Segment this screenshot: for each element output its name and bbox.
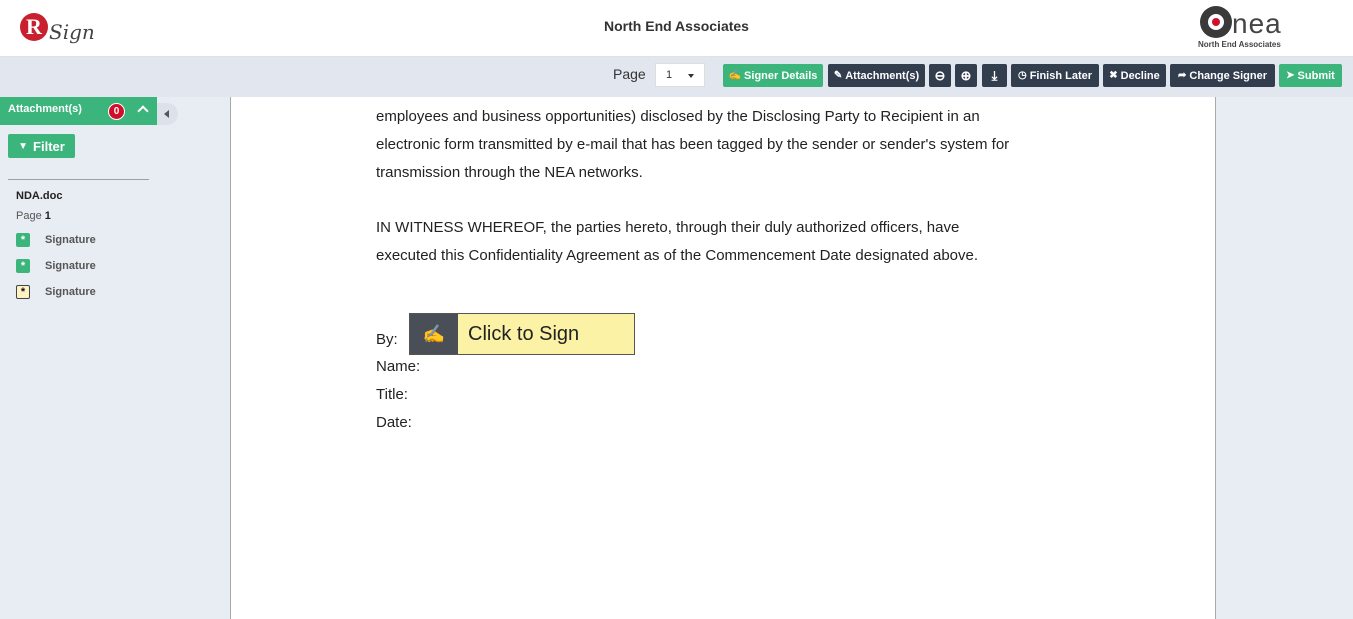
document-page: employees and business opportunities) di…: [230, 97, 1216, 619]
toolbar: Page 1 ✍ Signer Details ✎ Attachment(s) …: [0, 57, 1353, 97]
paperclip-icon: ✎: [833, 70, 843, 81]
attachments-count-badge: 0: [108, 103, 125, 120]
send-icon: ➤: [1286, 70, 1295, 81]
filter-label: Filter: [33, 138, 65, 154]
click-to-sign-button[interactable]: ✍ Click to Sign: [409, 313, 635, 355]
document-line: transmission through the NEA networks.: [376, 164, 643, 181]
submit-button[interactable]: ➤ Submit: [1279, 64, 1342, 87]
document-line: IN WITNESS WHEREOF, the parties hereto, …: [376, 219, 960, 236]
date-label: Date:: [376, 414, 412, 431]
decline-label: Decline: [1120, 69, 1160, 82]
x-icon: ✖: [1109, 70, 1118, 81]
zoom-in-icon: ⊕: [960, 67, 972, 83]
signature-field-label: Signature: [45, 286, 96, 298]
by-label: By:: [376, 331, 398, 348]
document-line: electronic form transmitted by e-mail th…: [376, 136, 1010, 153]
document-paragraph: IN WITNESS WHEREOF, the parties hereto, …: [376, 214, 978, 270]
document-line: employees and business opportunities) di…: [376, 108, 980, 125]
nea-logo-subtitle: North End Associates: [1198, 40, 1281, 49]
download-icon: ⤓: [991, 67, 998, 83]
finish-later-button[interactable]: ◷ Finish Later: [1011, 64, 1099, 87]
signature-field-item[interactable]: * Signature: [16, 258, 96, 274]
signature-field-label: Signature: [45, 234, 96, 246]
sidebar: Attachment(s) 0 ▼ Filter NDA.doc Page 1 …: [0, 97, 157, 619]
change-signer-label: Change Signer: [1189, 69, 1267, 82]
signature-field-item[interactable]: * Signature: [16, 232, 96, 248]
name-label: Name:: [376, 358, 421, 375]
page-indicator-prefix: Page: [16, 210, 42, 222]
title-label: Title:: [376, 386, 408, 403]
zoom-in-button[interactable]: ⊕: [955, 64, 977, 87]
caret-down-icon: [688, 74, 694, 78]
decline-button[interactable]: ✖ Decline: [1103, 64, 1166, 87]
signer-details-button[interactable]: ✍ Signer Details: [723, 64, 823, 87]
signature-pending-icon: *: [16, 285, 30, 299]
document-paragraph: employees and business opportunities) di…: [376, 103, 1009, 187]
clock-icon: ◷: [1017, 70, 1027, 81]
page-select[interactable]: 1: [655, 63, 705, 87]
zoom-out-icon: ⊖: [934, 67, 946, 83]
nea-logo-mark-icon: [1200, 6, 1232, 38]
page-title: North End Associates: [604, 18, 749, 34]
submit-label: Submit: [1297, 69, 1335, 82]
attachments-label: Attachment(s): [845, 69, 920, 82]
signature-field-item[interactable]: * Signature: [16, 284, 96, 300]
filter-button[interactable]: ▼ Filter: [8, 134, 75, 158]
filter-icon: ▼: [18, 140, 29, 152]
page-label: Page: [613, 66, 646, 82]
signature-complete-icon: *: [16, 259, 30, 273]
collapse-sidebar-toggle[interactable]: [157, 103, 178, 125]
signing-hand-icon: ✍: [410, 314, 458, 354]
click-to-sign-label: Click to Sign: [468, 322, 580, 345]
signature-field-label: Signature: [45, 260, 96, 272]
download-button[interactable]: ⤓: [982, 64, 1007, 87]
page-indicator: Page 1: [16, 210, 51, 222]
app-header: R Sign North End Associates nea North En…: [0, 0, 1353, 57]
page-indicator-number: 1: [44, 210, 51, 222]
attachments-panel-header[interactable]: Attachment(s) 0: [0, 97, 157, 125]
nea-logo-word: nea: [1232, 8, 1282, 39]
chevron-up-icon[interactable]: [136, 103, 150, 117]
document-name[interactable]: NDA.doc: [16, 190, 62, 202]
sidebar-divider: [8, 179, 149, 180]
pen-icon: ✍: [728, 70, 742, 81]
signer-details-label: Signer Details: [744, 69, 818, 82]
attachments-panel-label: Attachment(s): [8, 103, 82, 115]
page-select-value: 1: [666, 69, 673, 81]
change-signer-button[interactable]: ➦ Change Signer: [1170, 64, 1275, 87]
attachments-button[interactable]: ✎ Attachment(s): [828, 64, 925, 87]
document-line: executed this Confidentiality Agreement …: [376, 247, 979, 264]
zoom-out-button[interactable]: ⊖: [929, 64, 951, 87]
nea-logo: nea North End Associates: [1196, 4, 1296, 52]
finish-later-label: Finish Later: [1029, 69, 1093, 82]
signature-complete-icon: *: [16, 233, 30, 247]
share-icon: ➦: [1177, 70, 1187, 81]
